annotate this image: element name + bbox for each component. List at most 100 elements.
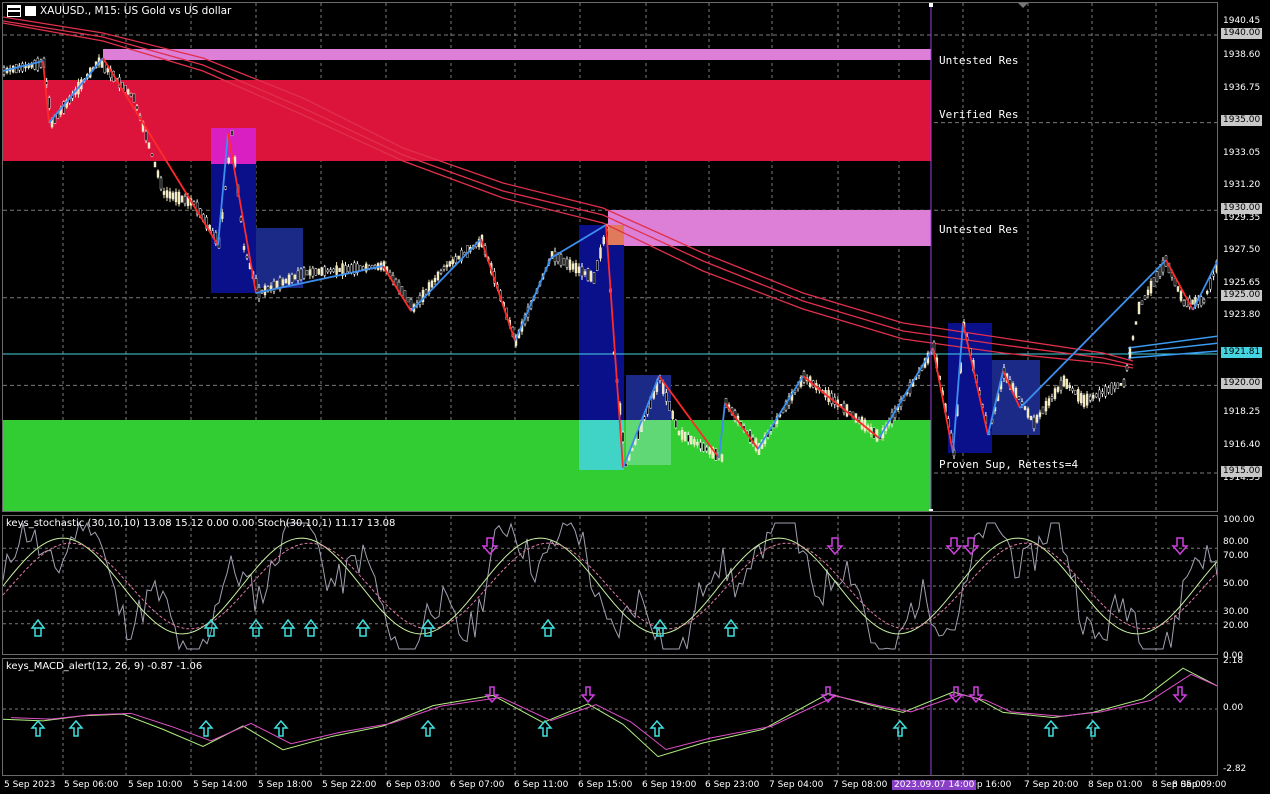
candle-body [1134, 321, 1138, 325]
stoch-axis-label: 20.00 [1223, 621, 1249, 631]
time-tick-label: 5 Sep 2023 [4, 780, 56, 790]
candle-body [320, 267, 323, 276]
candle-body [565, 258, 569, 268]
buy-arrow-icon [248, 618, 264, 637]
candle-body [1020, 401, 1024, 405]
price-axis[interactable]: 1940.45 1938.60 1936.75 1933.05 1931.20 1929.… [1219, 0, 1270, 794]
stoch-axis-label: 100.00 [1223, 515, 1255, 525]
sell-arrow-icon [945, 537, 963, 556]
candle-body [699, 442, 702, 449]
candle-body [439, 270, 443, 274]
candle-body [1205, 291, 1209, 294]
time-tick-label: 8 Sep 01:00 [1088, 780, 1143, 790]
buy-arrow-icon [540, 618, 556, 637]
candle-body [680, 430, 684, 440]
candle-body [693, 439, 696, 445]
candle-body [702, 442, 705, 452]
candle-body [129, 93, 133, 97]
time-tick-label: 6 Sep 03:00 [386, 780, 441, 790]
candle-body [705, 447, 708, 452]
candle-body [344, 265, 347, 274]
candle-body [165, 190, 169, 198]
time-tick-label: 6 Sep 19:00 [642, 780, 697, 790]
macd-pane[interactable]: keys_MACD_alert(12, 26, 9) -0.87 -1.06 [2, 658, 1218, 776]
time-tick-label: 5 Sep 10:00 [128, 780, 183, 790]
candle-body [311, 267, 315, 277]
candle-body [668, 401, 671, 411]
candle-body [592, 272, 596, 284]
candle-body [180, 195, 184, 203]
buy-arrow-icon [280, 618, 296, 637]
candle-body [1140, 300, 1144, 305]
price-level-label: 1935.00 [1221, 115, 1263, 126]
candle-body [583, 271, 587, 275]
time-tick-label: 8 Sep 09:00 [1172, 780, 1227, 790]
sell-arrow-icon [1172, 686, 1188, 704]
candle-body [1082, 395, 1086, 407]
candle-body [457, 255, 460, 260]
price-tick-label: 1929.35 [1223, 213, 1261, 223]
time-axis[interactable]: 5 Sep 2023 5 Sep 06:00 5 Sep 10:00 5 Sep 14… [0, 777, 1226, 794]
candle-body [230, 130, 234, 136]
sell-arrow-icon [948, 686, 964, 704]
time-tick-label: 6 Sep 11:00 [514, 780, 569, 790]
chart-symbol-title: XAUUSD., M15: US Gold vs US dollar [40, 5, 232, 17]
candle-body [683, 431, 687, 442]
block-box-low [579, 420, 624, 470]
candle-body [1176, 286, 1180, 292]
price-tick-label: 1940.45 [1223, 16, 1261, 26]
stoch-axis-label: 30.00 [1223, 607, 1249, 617]
candle-body [1125, 365, 1129, 371]
candle-body [100, 60, 104, 68]
candle-body [296, 270, 300, 281]
candle-body [1017, 396, 1021, 400]
candle-body [720, 454, 724, 462]
candle-body [135, 105, 139, 110]
candle-body [242, 246, 246, 250]
price-tick-label: 1918.25 [1223, 407, 1261, 417]
zone-label-verified-res: Verified Res [939, 108, 1019, 121]
candle-body [1212, 273, 1215, 277]
candle-body [1143, 295, 1147, 300]
time-tick-label: 7 Sep 04:00 [769, 780, 824, 790]
one-click-trading-icon[interactable] [25, 6, 36, 16]
sell-arrow-icon [580, 686, 596, 704]
candle-body [1152, 277, 1156, 287]
candle-body [308, 269, 312, 276]
shift-marker-icon [1018, 3, 1028, 8]
stochastic-canvas [3, 516, 1217, 654]
zigzag-segment [514, 257, 552, 342]
candle-body [168, 191, 172, 199]
candle-body [1113, 385, 1116, 390]
chart-title-bar: XAUUSD., M15: US Gold vs US dollar [7, 5, 231, 17]
buy-arrow-icon [649, 719, 665, 737]
macd-canvas [3, 659, 1217, 775]
candle-body [1107, 387, 1110, 393]
candle-body [338, 267, 341, 272]
macd-axis-label: 2.18 [1223, 656, 1244, 666]
candle-body [359, 265, 362, 271]
candle-body [323, 266, 326, 276]
candle-body [430, 280, 434, 288]
candle-body [451, 259, 454, 265]
price-tick-label: 1936.75 [1223, 83, 1261, 93]
candle-body [442, 266, 446, 270]
candle-body [239, 216, 243, 222]
candle-body [708, 447, 711, 455]
candle-body [33, 60, 36, 70]
price-chart-pane[interactable]: XAUUSD., M15: US Gold vs US dollar Untes… [2, 2, 1218, 512]
candle-body [1077, 389, 1080, 402]
candle-body [1179, 291, 1183, 301]
candle-body [1068, 385, 1071, 388]
buy-arrow-icon [198, 719, 214, 737]
stochastic-pane[interactable]: keys_stochastic (30,10,10) 13.08 15.12 0… [2, 515, 1218, 655]
chart-menu-icon[interactable] [7, 5, 21, 17]
candle-body [302, 267, 306, 279]
candle-body [1053, 388, 1057, 399]
buy-arrow-icon [892, 719, 908, 737]
candle-body [556, 254, 560, 262]
candle-body [162, 191, 166, 195]
candle-body [1026, 408, 1030, 418]
candle-body [106, 68, 109, 73]
candle-body [559, 254, 563, 266]
